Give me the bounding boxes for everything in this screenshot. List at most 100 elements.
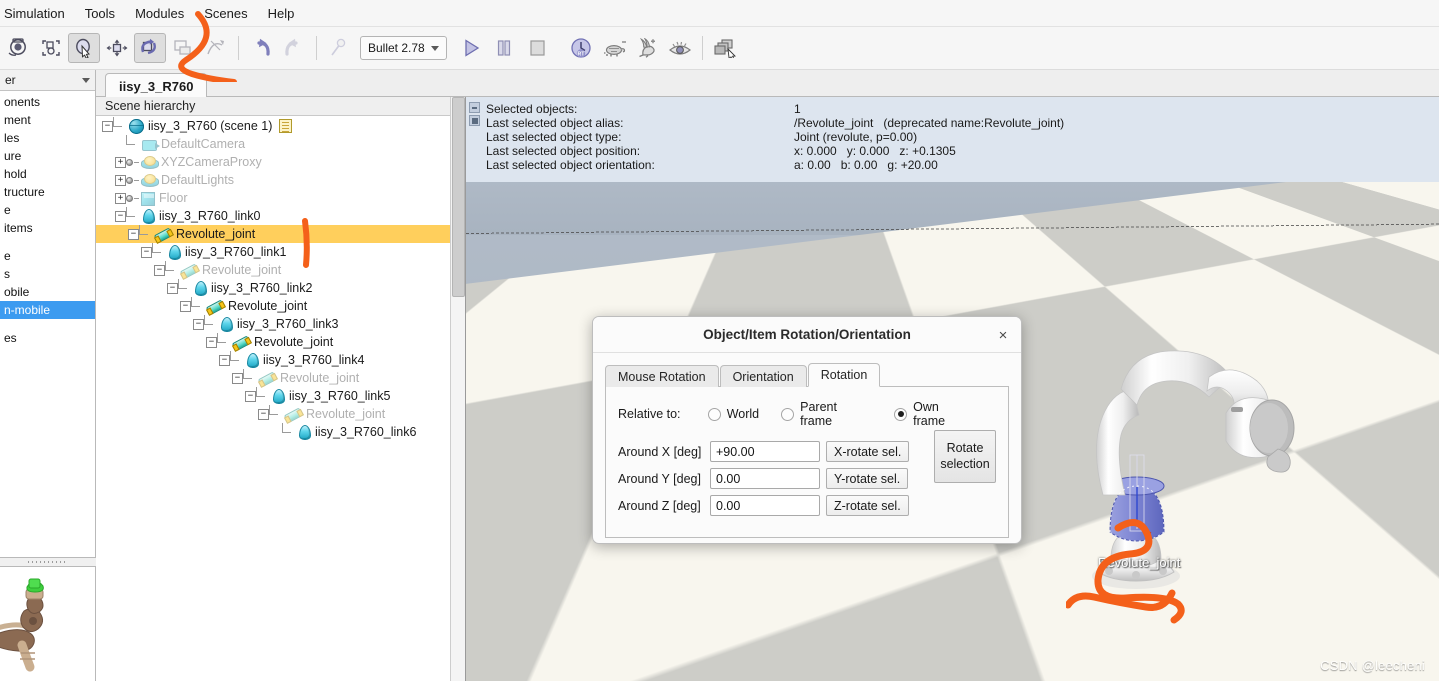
robot-arm-model[interactable] [1026,327,1366,647]
x-rotate-sel-button[interactable]: X-rotate sel. [826,441,910,462]
script-icon[interactable] [279,119,293,133]
model-browser-item[interactable]: onents [0,93,95,111]
model-browser-item[interactable]: e [0,247,95,265]
menu-scenes[interactable]: Scenes [194,2,257,25]
tree-node[interactable]: + Floor [96,189,465,207]
pause-icon[interactable] [488,33,520,63]
collapse-icon[interactable]: − [232,372,243,384]
tree-node[interactable]: − iisy_3_R760_link2 [96,279,465,297]
object-rotate-icon[interactable] [134,33,166,63]
expand-icon[interactable]: + [115,174,126,186]
stop-icon[interactable] [521,33,553,63]
expand-icon[interactable]: + [115,156,126,168]
object-selection-icon[interactable] [68,33,100,63]
around-x-input[interactable] [710,441,820,462]
menu-help[interactable]: Help [258,2,305,25]
tree-node[interactable]: − Revolute_joint [96,225,465,244]
around-y-input[interactable] [710,468,820,489]
radio-world-indicator[interactable] [707,407,721,421]
tab-orientation[interactable]: Orientation [719,365,807,387]
collapse-icon[interactable]: − [167,282,178,294]
collapse-icon[interactable]: − [115,210,126,222]
rabbit-faster-icon[interactable] [631,33,663,63]
collapse-icon[interactable]: − [193,318,204,330]
collapse-icon[interactable]: − [102,120,113,132]
z-rotate-sel-button[interactable]: Z-rotate sel. [826,495,909,516]
hierarchy-vertical-scrollbar[interactable] [450,97,465,681]
collapse-icon[interactable]: − [219,354,230,366]
tree-node[interactable]: − iisy_3_R760_link1 [96,243,465,261]
realtime-clock-icon[interactable]: RT [565,33,597,63]
model-browser-item[interactable]: es [0,329,95,347]
collapse-icon[interactable]: − [258,408,269,420]
tree-node[interactable]: DefaultCamera [96,135,465,153]
turtle-slower-icon[interactable] [598,33,630,63]
model-browser-splitter[interactable] [0,558,96,566]
menu-tools[interactable]: Tools [75,2,125,25]
close-icon[interactable]: × [994,326,1012,344]
model-browser-item[interactable]: hold [0,165,95,183]
radio-parent-frame-indicator[interactable] [781,407,795,421]
model-browser-item[interactable]: items [0,219,95,237]
tab-mouse-rotation[interactable]: Mouse Rotation [605,365,719,387]
collapse-icon[interactable]: − [154,264,165,276]
path-edit-icon[interactable] [200,33,232,63]
scene-tab-iisy3r760[interactable]: iisy_3_R760 [105,73,208,98]
rotation-orientation-dialog[interactable]: Object/Item Rotation/Orientation × Mouse… [592,316,1022,544]
radio-parent-frame[interactable]: Parent frame [781,400,872,428]
object-enabled-dot-icon[interactable] [126,158,133,166]
collapse-icon[interactable]: − [245,390,256,402]
expand-icon[interactable]: + [115,192,126,204]
redo-icon[interactable] [278,33,310,63]
model-browser-item[interactable]: ure [0,147,95,165]
clipping-planes-icon[interactable] [167,33,199,63]
collapse-icon[interactable]: − [141,246,152,258]
eye-render-icon[interactable] [664,33,696,63]
tree-node[interactable]: − Revolute_joint [96,405,465,424]
model-browser-item[interactable]: ment [0,111,95,129]
model-browser-item[interactable]: s [0,265,95,283]
fit-to-view-icon[interactable] [35,33,67,63]
tree-node[interactable]: + XYZCameraProxy [96,153,465,171]
scrollbar-thumb[interactable] [452,97,465,297]
model-browser-item[interactable]: les [0,129,95,147]
dialog-titlebar[interactable]: Object/Item Rotation/Orientation × [593,317,1021,353]
collapse-icon[interactable]: − [128,228,139,240]
tree-node[interactable]: − Revolute_joint [96,297,465,316]
radio-own-frame[interactable]: Own frame [894,400,974,428]
tree-node[interactable]: − iisy_3_R760 (scene 1) [96,117,465,135]
scene-hierarchy-tree[interactable]: − iisy_3_R760 (scene 1) DefaultCamera + XYZC… [96,116,465,441]
radio-own-frame-indicator[interactable] [894,407,908,421]
tab-rotation[interactable]: Rotation [807,363,881,387]
rotate-selection-button[interactable]: Rotate selection [934,430,996,483]
model-browser-list[interactable]: onents ment les ure hold tructure e items e s obil… [0,91,95,347]
dynamics-icon[interactable] [323,33,355,63]
model-preview-thumbnail[interactable] [0,567,96,681]
tree-node[interactable]: iisy_3_R760_link6 [96,423,465,441]
physics-engine-combo[interactable]: Bullet 2.78 [360,36,447,60]
menu-simulation[interactable]: Simulation [0,2,75,25]
tree-node[interactable]: − iisy_3_R760_link0 [96,207,465,225]
layers-icon[interactable] [709,33,741,63]
info-collapse-icon[interactable] [469,102,480,113]
object-enabled-dot-icon[interactable] [126,176,133,184]
menu-modules[interactable]: Modules [125,2,194,25]
tree-node[interactable]: − iisy_3_R760_link5 [96,387,465,405]
model-browser-item[interactable]: n-mobile [0,301,95,319]
tree-node[interactable]: + DefaultLights [96,171,465,189]
object-shift-icon[interactable] [101,33,133,63]
model-browser-category-combo[interactable]: er [0,70,95,91]
undo-icon[interactable] [245,33,277,63]
info-toggle-group[interactable] [469,102,482,128]
object-enabled-dot-icon[interactable] [126,194,133,202]
model-browser-item[interactable]: e [0,201,95,219]
model-browser-item[interactable]: tructure [0,183,95,201]
tree-node[interactable]: − Revolute_joint [96,369,465,388]
tree-node[interactable]: − iisy_3_R760_link3 [96,315,465,333]
tree-node[interactable]: − Revolute_joint [96,261,465,280]
collapse-icon[interactable]: − [206,336,217,348]
info-expand-icon[interactable] [469,115,480,126]
collapse-icon[interactable]: − [180,300,191,312]
tree-node[interactable]: − iisy_3_R760_link4 [96,351,465,369]
radio-world[interactable]: World [707,407,759,421]
